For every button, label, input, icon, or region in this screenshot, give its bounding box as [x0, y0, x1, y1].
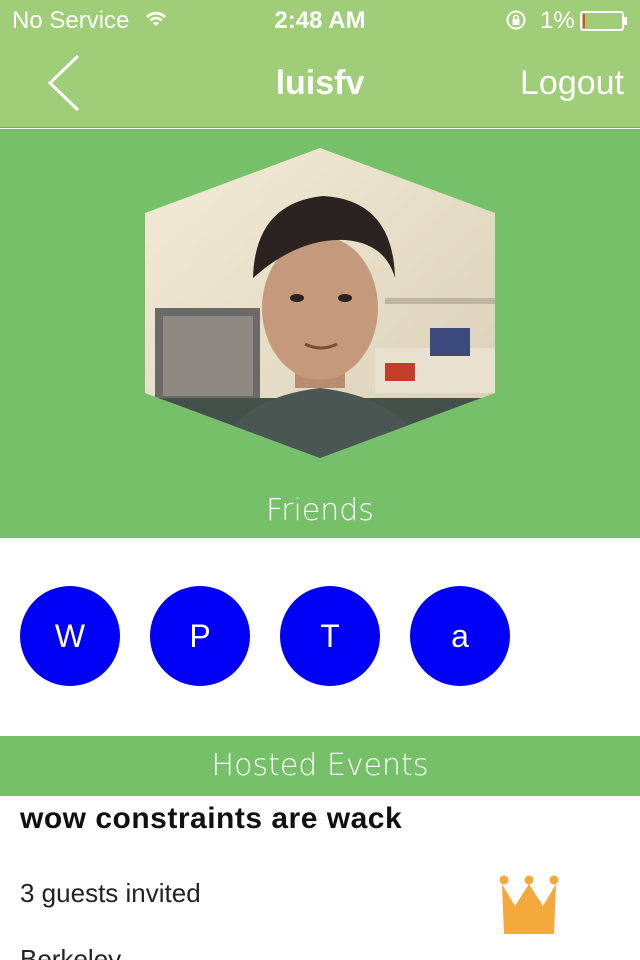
crown-icon [499, 875, 559, 934]
friend-avatar-bubble[interactable]: T [280, 586, 380, 686]
friend-avatar-bubble[interactable]: a [410, 586, 510, 686]
nav-bar: luisfv Logout [0, 40, 640, 128]
friends-heading: Friends [266, 493, 374, 528]
profile-section: Friends [0, 129, 640, 538]
lock-rotation-icon [506, 10, 526, 30]
friend-avatar-bubble[interactable]: P [150, 586, 250, 686]
friends-list: W P T a [0, 538, 640, 736]
logout-button[interactable]: Logout [520, 64, 624, 103]
battery-icon [580, 11, 627, 31]
friend-avatar-bubble[interactable]: W [20, 586, 120, 686]
event-guest-count: 3 guests invited [20, 878, 201, 908]
event-title: wow constraints are wack [20, 802, 403, 835]
status-bar: No Service 2:48 AM 1% [0, 0, 640, 40]
avatar [145, 148, 495, 458]
battery-percent: 1% [540, 7, 575, 34]
event-location: Berkeley [20, 944, 122, 960]
hosted-events-heading: Hosted Events [0, 736, 640, 796]
event-list-item[interactable]: wow constraints are wack 3 guests invite… [0, 796, 640, 960]
